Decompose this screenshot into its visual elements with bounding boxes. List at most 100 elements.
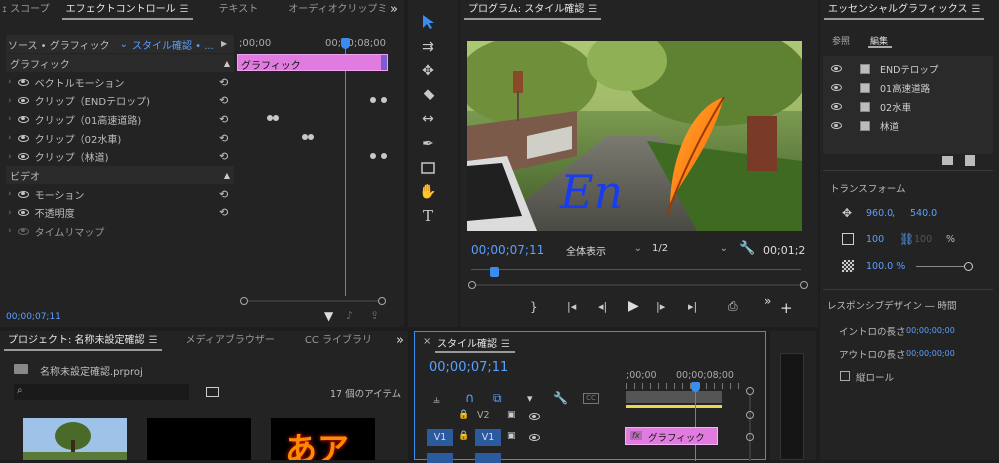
captions-icon[interactable]: CC bbox=[583, 393, 599, 404]
more-panels-icon[interactable]: » bbox=[396, 333, 404, 348]
film-icon[interactable]: ▣ bbox=[507, 410, 516, 420]
wrench-icon[interactable]: 🔧 bbox=[553, 391, 568, 405]
reset-icon[interactable]: ⟲ bbox=[219, 76, 228, 89]
source-patch-v1[interactable]: V1 bbox=[427, 429, 453, 446]
step-forward-icon[interactable]: |▸ bbox=[656, 300, 665, 313]
menu-icon[interactable]: ☰ bbox=[149, 331, 158, 351]
source-dropdown[interactable]: スタイル確認 • ... bbox=[132, 37, 214, 52]
razor-tool-icon[interactable] bbox=[418, 85, 438, 105]
eye-icon[interactable] bbox=[17, 134, 29, 142]
tab-audio-clip-mixer[interactable]: オーディオクリップミ bbox=[280, 0, 395, 20]
opacity-slider-handle[interactable] bbox=[964, 262, 973, 271]
program-timecode[interactable]: 00;00;07;11 bbox=[471, 243, 544, 257]
snap-icon[interactable]: ∩ bbox=[465, 391, 475, 406]
close-icon[interactable]: × bbox=[423, 336, 431, 347]
eye-icon[interactable] bbox=[17, 97, 29, 105]
opacity-value[interactable]: 100.0 % bbox=[866, 261, 905, 272]
slip-tool-icon[interactable]: ↔ bbox=[418, 109, 438, 129]
collapse-icon[interactable]: ▲ bbox=[224, 171, 230, 180]
eg-layer-row[interactable]: ENDテロップ bbox=[823, 59, 993, 78]
zoom-dropdown[interactable]: 全体表示 ⌄ bbox=[566, 243, 642, 258]
feather-graphic[interactable] bbox=[662, 93, 732, 218]
scroll-right-handle[interactable] bbox=[800, 281, 808, 289]
eye-icon[interactable] bbox=[529, 413, 540, 420]
time-remap-row[interactable]: › タイムリマップ bbox=[6, 222, 234, 240]
section-video[interactable]: ビデオ ▲ bbox=[6, 166, 234, 184]
clip-layer-row[interactable]: › クリップ（林道) ⟲ bbox=[6, 148, 234, 166]
reset-icon[interactable]: ⟲ bbox=[219, 132, 228, 145]
play-triangle-icon[interactable]: ▶ bbox=[221, 39, 227, 48]
type-tool-icon[interactable]: T bbox=[418, 206, 438, 226]
play-icon[interactable]: ▶ bbox=[628, 298, 639, 314]
menu-icon[interactable]: ☰ bbox=[501, 339, 510, 350]
expand-icon[interactable]: › bbox=[8, 77, 12, 87]
keyframe[interactable] bbox=[381, 97, 387, 103]
mark-out-icon[interactable]: } bbox=[530, 300, 538, 314]
position-y[interactable]: 540.0 bbox=[910, 208, 937, 219]
eye-icon[interactable] bbox=[17, 227, 29, 235]
expand-icon[interactable]: › bbox=[8, 226, 12, 236]
tl-vscroll-bottom[interactable] bbox=[746, 433, 754, 441]
source-patch-a1[interactable] bbox=[427, 453, 453, 463]
track-v1-label[interactable]: V1 bbox=[475, 429, 501, 446]
eye-icon[interactable] bbox=[17, 209, 29, 217]
eye-icon[interactable] bbox=[17, 115, 29, 123]
eg-tab-browse[interactable]: 参照 bbox=[832, 34, 850, 47]
new-bin-icon[interactable] bbox=[206, 387, 219, 397]
export-frame-icon[interactable]: ⎙ bbox=[728, 299, 738, 314]
collapse-icon[interactable]: ▲ bbox=[224, 59, 230, 68]
scale-value[interactable]: 100 bbox=[866, 234, 884, 245]
new-folder-icon[interactable] bbox=[942, 156, 953, 165]
program-playhead[interactable] bbox=[490, 267, 499, 277]
tab-cc-libraries[interactable]: CC ライブラリ bbox=[297, 331, 380, 351]
go-to-out-icon[interactable]: ▸| bbox=[688, 300, 697, 313]
intro-value[interactable]: 00;00;00;00 bbox=[906, 326, 955, 335]
thumbnail-landscape[interactable] bbox=[23, 418, 127, 460]
eye-icon[interactable] bbox=[17, 78, 29, 86]
tab-text[interactable]: テキスト bbox=[211, 0, 267, 20]
tab-scope[interactable]: ｪ スコープ bbox=[0, 0, 58, 20]
marker-icon[interactable]: ▾ bbox=[527, 392, 533, 405]
menu-icon[interactable]: ☰ bbox=[972, 0, 981, 20]
keyframe[interactable] bbox=[308, 134, 314, 140]
eye-icon[interactable] bbox=[529, 434, 540, 441]
reset-icon[interactable]: ⟲ bbox=[219, 113, 228, 126]
section-graphic[interactable]: グラフィック ▲ bbox=[6, 54, 234, 72]
expand-icon[interactable]: › bbox=[8, 114, 12, 124]
link-icon[interactable]: ⛓ bbox=[899, 232, 914, 246]
lock-icon[interactable]: 🔒 bbox=[458, 431, 469, 441]
eg-layer-row[interactable]: 林道 bbox=[823, 116, 993, 135]
menu-icon[interactable]: ☰ bbox=[588, 0, 597, 20]
thumbnail-black[interactable] bbox=[147, 418, 251, 460]
program-title-tab[interactable]: プログラム: スタイル確認 ☰ bbox=[460, 0, 605, 20]
eye-icon[interactable] bbox=[17, 190, 29, 198]
export-icon[interactable]: ⇪ bbox=[370, 309, 379, 322]
more-panels-icon[interactable]: » bbox=[390, 2, 398, 17]
tl-vscroll-mid[interactable] bbox=[746, 411, 754, 419]
resolution-dropdown[interactable]: 1/2 ⌄ bbox=[652, 243, 728, 254]
motion-row[interactable]: › モーション ⟲ bbox=[6, 185, 234, 203]
roll-checkbox[interactable] bbox=[840, 371, 850, 381]
ec-scrollbar[interactable] bbox=[240, 297, 386, 305]
lock-icon[interactable]: 🔒 bbox=[458, 410, 469, 420]
reset-icon[interactable]: ⟲ bbox=[219, 188, 228, 201]
wrench-icon[interactable]: 🔧 bbox=[739, 241, 755, 256]
step-back-icon[interactable]: ◂| bbox=[598, 300, 607, 313]
scroll-right-handle[interactable] bbox=[378, 297, 386, 305]
overlay-text-en[interactable]: En bbox=[560, 169, 623, 215]
position-x[interactable]: 960.0 bbox=[866, 208, 893, 219]
eg-layer-row[interactable]: 01高速道路 bbox=[823, 78, 993, 97]
eye-icon[interactable] bbox=[831, 84, 842, 91]
pen-tool-icon[interactable]: ✒ bbox=[418, 134, 438, 154]
timeline-timecode[interactable]: 00;00;07;11 bbox=[429, 360, 508, 375]
expand-icon[interactable]: › bbox=[8, 189, 12, 199]
go-to-in-icon[interactable]: |◂ bbox=[567, 300, 576, 313]
tab-media-browser[interactable]: メディアブラウザー bbox=[178, 331, 283, 351]
eye-icon[interactable] bbox=[831, 122, 842, 129]
keyframe[interactable] bbox=[370, 153, 376, 159]
linked-selection-icon[interactable]: ⧉ bbox=[493, 391, 502, 406]
ec-clip-bar[interactable]: グラフィック bbox=[237, 54, 388, 72]
timeline-title-tab[interactable]: スタイル確認 ☰ bbox=[437, 335, 510, 350]
scroll-left-handle[interactable] bbox=[240, 297, 248, 305]
expand-icon[interactable]: › bbox=[8, 208, 12, 218]
